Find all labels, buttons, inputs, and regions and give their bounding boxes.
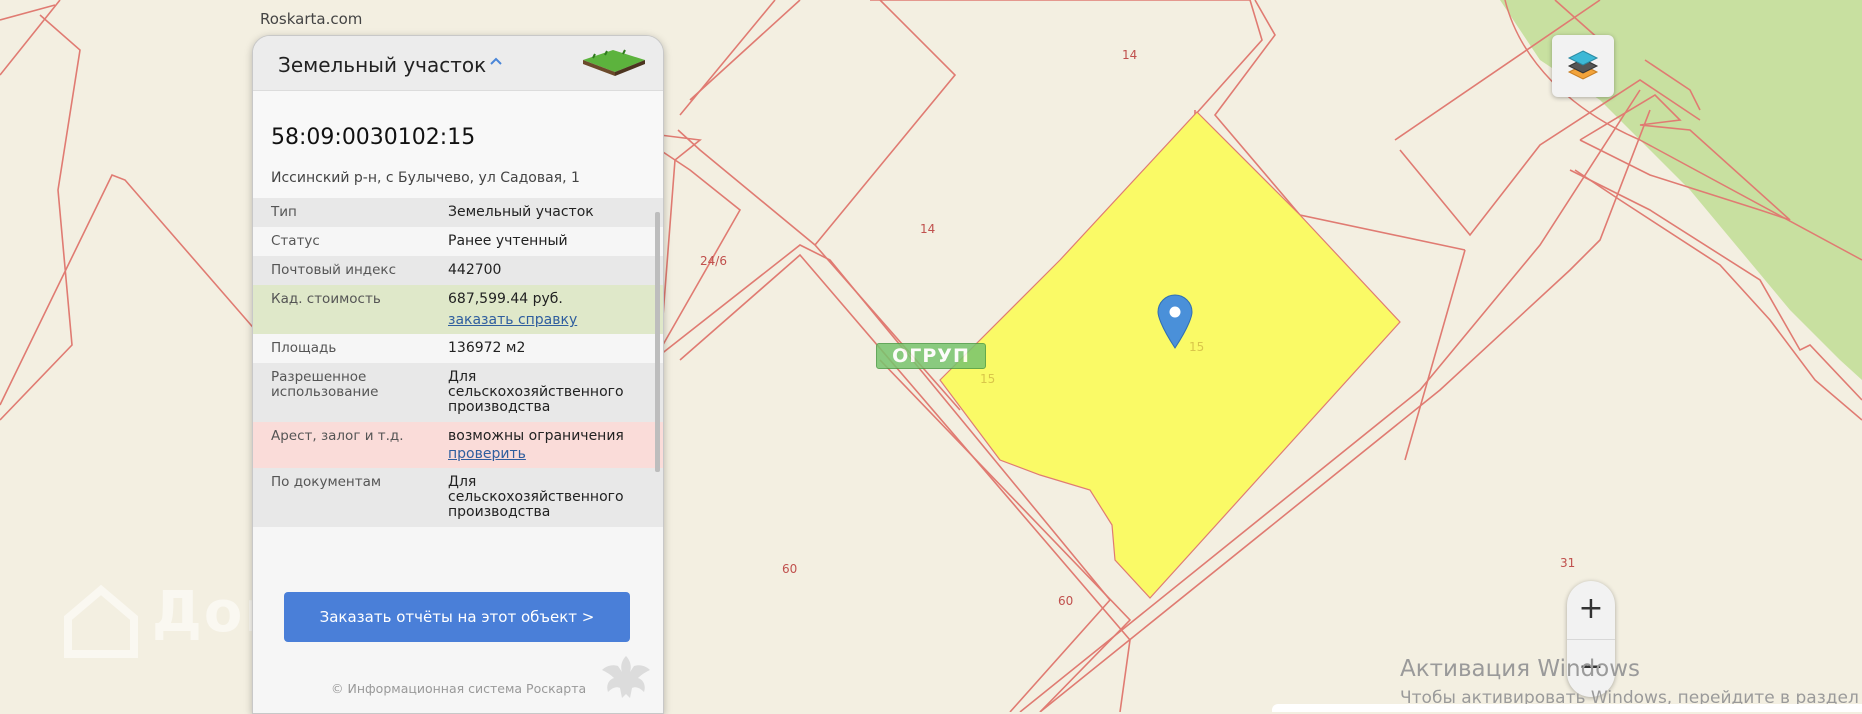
attr-value: Для сельскохозяйственного производства <box>448 369 624 415</box>
attr-key: Разрешенное использование <box>271 369 379 400</box>
parcel-info-panel: Земельный участок 58:09:0030102:15 Иссин… <box>252 35 664 714</box>
house-watermark-icon <box>64 584 138 658</box>
attr-row-cadastral-value: Кад. стоимость 687,599.44 руб. заказать … <box>253 285 663 334</box>
parcel-label: 14 <box>920 222 936 236</box>
taskbar-edge <box>1272 704 1862 712</box>
attr-value: Для сельскохозяйственного производства <box>448 474 624 520</box>
zoom-in-button[interactable]: + <box>1567 581 1615 640</box>
attr-value: 442700 <box>448 262 502 278</box>
attr-row-area: Площадь 136972 м2 <box>253 334 663 363</box>
attr-key: По документам <box>271 474 382 490</box>
overlay-badge: ОГРУП <box>876 343 986 369</box>
parcel-label: 60 <box>1058 594 1074 608</box>
copyright-text: © Информационная система Роскарта <box>331 681 587 696</box>
parcel-attributes: Тип Земельный участок Статус Ранее учтен… <box>253 198 663 527</box>
chevron-up-icon[interactable] <box>489 54 503 70</box>
attr-key: Почтовый индекс <box>271 262 397 278</box>
attr-key: Статус <box>271 233 320 249</box>
cadastral-number: 58:09:0030102:15 <box>271 125 476 150</box>
land-parcel-icon <box>583 49 645 76</box>
parcel-label: 60 <box>782 562 798 576</box>
attr-row-permitted-use: Разрешенное использование Для сельскохоз… <box>253 363 663 422</box>
attr-key: Кад. стоимость <box>271 291 381 307</box>
attr-value: возможны ограничения <box>448 428 624 444</box>
attr-row-postcode: Почтовый индекс 442700 <box>253 256 663 285</box>
attr-row-encumbrance: Арест, залог и т.д. возможны ограничения… <box>253 422 663 468</box>
attr-value: 136972 м2 <box>448 340 526 356</box>
check-link[interactable]: проверить <box>448 447 645 462</box>
panel-header[interactable]: Земельный участок <box>253 36 663 91</box>
attr-key: Площадь <box>271 340 337 356</box>
order-certificate-link[interactable]: заказать справку <box>448 313 645 328</box>
panel-scrollbar[interactable] <box>655 212 660 472</box>
order-reports-button[interactable]: Заказать отчёты на этот объект > <box>284 592 630 642</box>
parcel-label: 31 <box>1560 556 1576 570</box>
attr-value: 687,599.44 руб. <box>448 291 563 307</box>
layers-icon <box>1567 50 1599 80</box>
brand-label: Roskarta.com <box>260 10 363 28</box>
parcel-label: 24/6 <box>700 254 727 268</box>
attr-key: Тип <box>271 204 297 220</box>
attr-value: Ранее учтенный <box>448 233 568 249</box>
parcel-label: 15 <box>980 372 996 386</box>
panel-title: Земельный участок <box>278 53 487 77</box>
attr-row-status: Статус Ранее учтенный <box>253 227 663 256</box>
coat-of-arms-icon <box>602 656 650 698</box>
layers-button[interactable] <box>1552 35 1614 97</box>
windows-activation-title: Активация Windows <box>1400 656 1641 682</box>
parcel-label: 14 <box>1122 48 1138 62</box>
attr-key: Арест, залог и т.д. <box>271 428 404 444</box>
attr-row-documents: По документам Для сельскохозяйственного … <box>253 468 663 527</box>
attr-row-type: Тип Земельный участок <box>253 198 663 227</box>
parcel-address: Иссинский р-н, с Булычево, ул Садовая, 1 <box>271 170 580 186</box>
parcel-label: 15 <box>1189 340 1205 354</box>
attr-value: Земельный участок <box>448 204 594 220</box>
